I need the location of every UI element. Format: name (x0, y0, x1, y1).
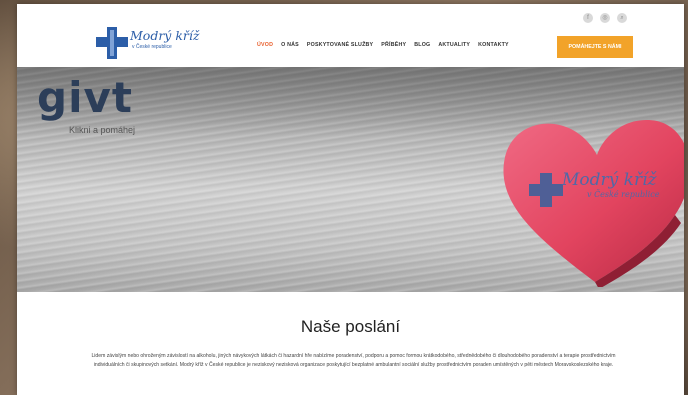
help-us-button[interactable]: POMÁHEJTE S NÁMI (557, 36, 633, 58)
heart-cross-icon (529, 173, 563, 207)
nav-item-aktuality[interactable]: AKTUALITY (438, 42, 470, 48)
nav-item-o-nas[interactable]: O NÁS (281, 42, 299, 48)
mission-text: Lidem závislým nebo ohroženým závislostí… (91, 353, 616, 368)
hero-banner: givt Klikni a pomáhej Modrý kříž v České… (17, 67, 684, 292)
cross-logo-icon (96, 27, 128, 59)
heart-brand-subtitle: v České republice (587, 190, 660, 199)
search-icon[interactable]: ⌕ (617, 13, 627, 23)
heart-brand-name: Modrý kříž (562, 170, 657, 190)
main-nav: ÚVOD O NÁS POSKYTOVANÉ SLUŽBY PŘÍBĚHY BL… (257, 42, 509, 48)
nav-item-uvod[interactable]: ÚVOD (257, 42, 273, 48)
logo-name: Modrý kříž (130, 28, 200, 43)
site-header: Modrý kříž v České republice f ◎ ⌕ ÚVOD … (17, 4, 684, 67)
social-links: f ◎ ⌕ (583, 13, 627, 23)
mission-title: Naše poslání (300, 317, 401, 336)
nav-item-pribehy[interactable]: PŘÍBĚHY (381, 42, 406, 48)
website: Modrý kříž v České republice f ◎ ⌕ ÚVOD … (17, 4, 684, 395)
nav-item-kontakty[interactable]: KONTAKTY (478, 42, 509, 48)
givt-logo[interactable]: givt (37, 77, 133, 119)
givt-tagline: Klikni a pomáhej (69, 125, 136, 135)
facebook-icon[interactable]: f (583, 13, 593, 23)
logo-subtitle: v České republice (132, 44, 172, 50)
logo[interactable]: Modrý kříž v České republice (96, 25, 206, 61)
nav-item-blog[interactable]: BLOG (414, 42, 430, 48)
nav-item-sluzby[interactable]: POSKYTOVANÉ SLUŽBY (307, 42, 373, 48)
instagram-icon[interactable]: ◎ (600, 13, 610, 23)
